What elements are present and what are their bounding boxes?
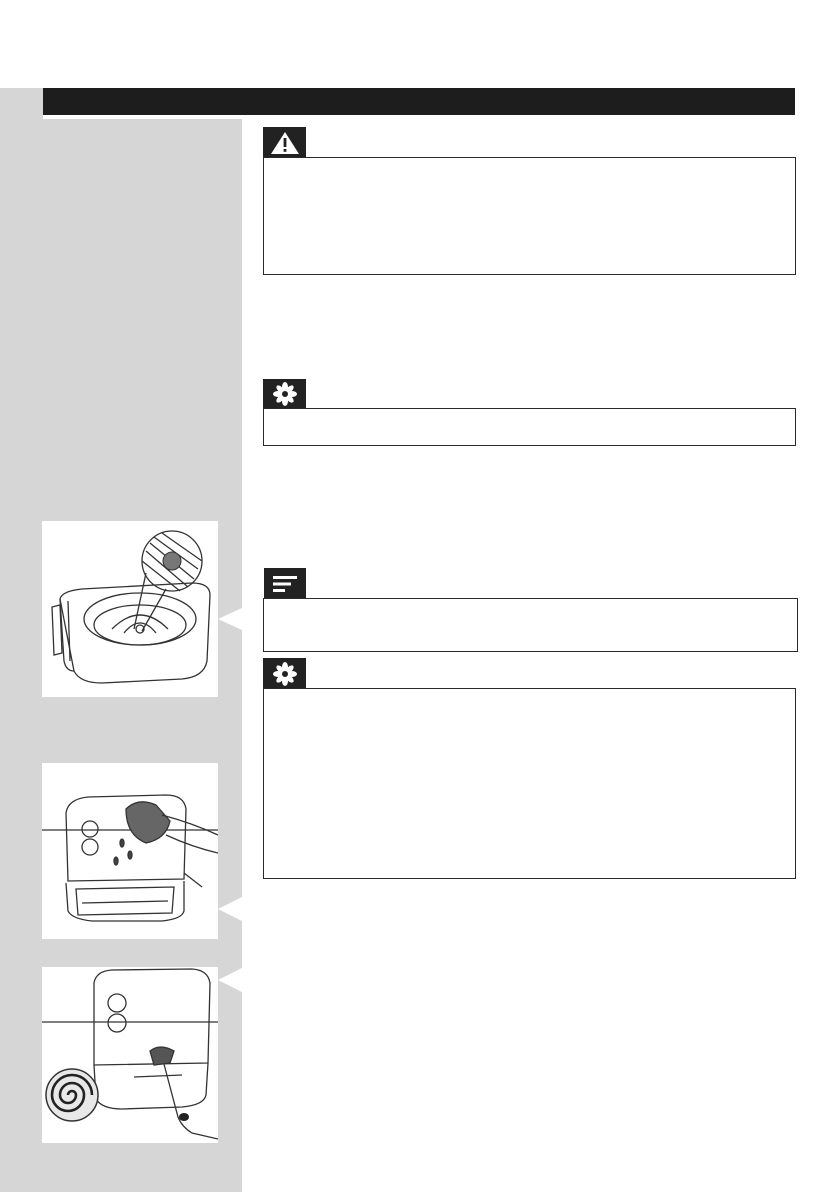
tip-tab-2 [263, 658, 306, 689]
figure-pointer-2 [218, 897, 242, 921]
section-header-text [43, 93, 53, 109]
section-header-bar [43, 88, 795, 115]
note-box [263, 598, 798, 652]
header-underline [43, 115, 795, 119]
tip-box-1 [263, 408, 796, 446]
warning-tab [263, 127, 306, 158]
warning-box [263, 157, 796, 275]
basket-heating-element-illustration [42, 521, 218, 697]
asterisk-tip-icon [272, 382, 297, 406]
tip-tab-1 [263, 379, 306, 409]
note-lines-icon [273, 575, 297, 592]
asterisk-tip-icon [272, 661, 297, 686]
wipe-exterior-illustration [42, 763, 218, 939]
tip-box-2 [263, 688, 796, 879]
warning-triangle-icon [270, 131, 299, 154]
brush-heating-coil-illustration [42, 967, 218, 1143]
figure-pointer-1 [218, 608, 242, 630]
figure-pointer-3 [218, 968, 242, 992]
note-tab [264, 568, 306, 599]
